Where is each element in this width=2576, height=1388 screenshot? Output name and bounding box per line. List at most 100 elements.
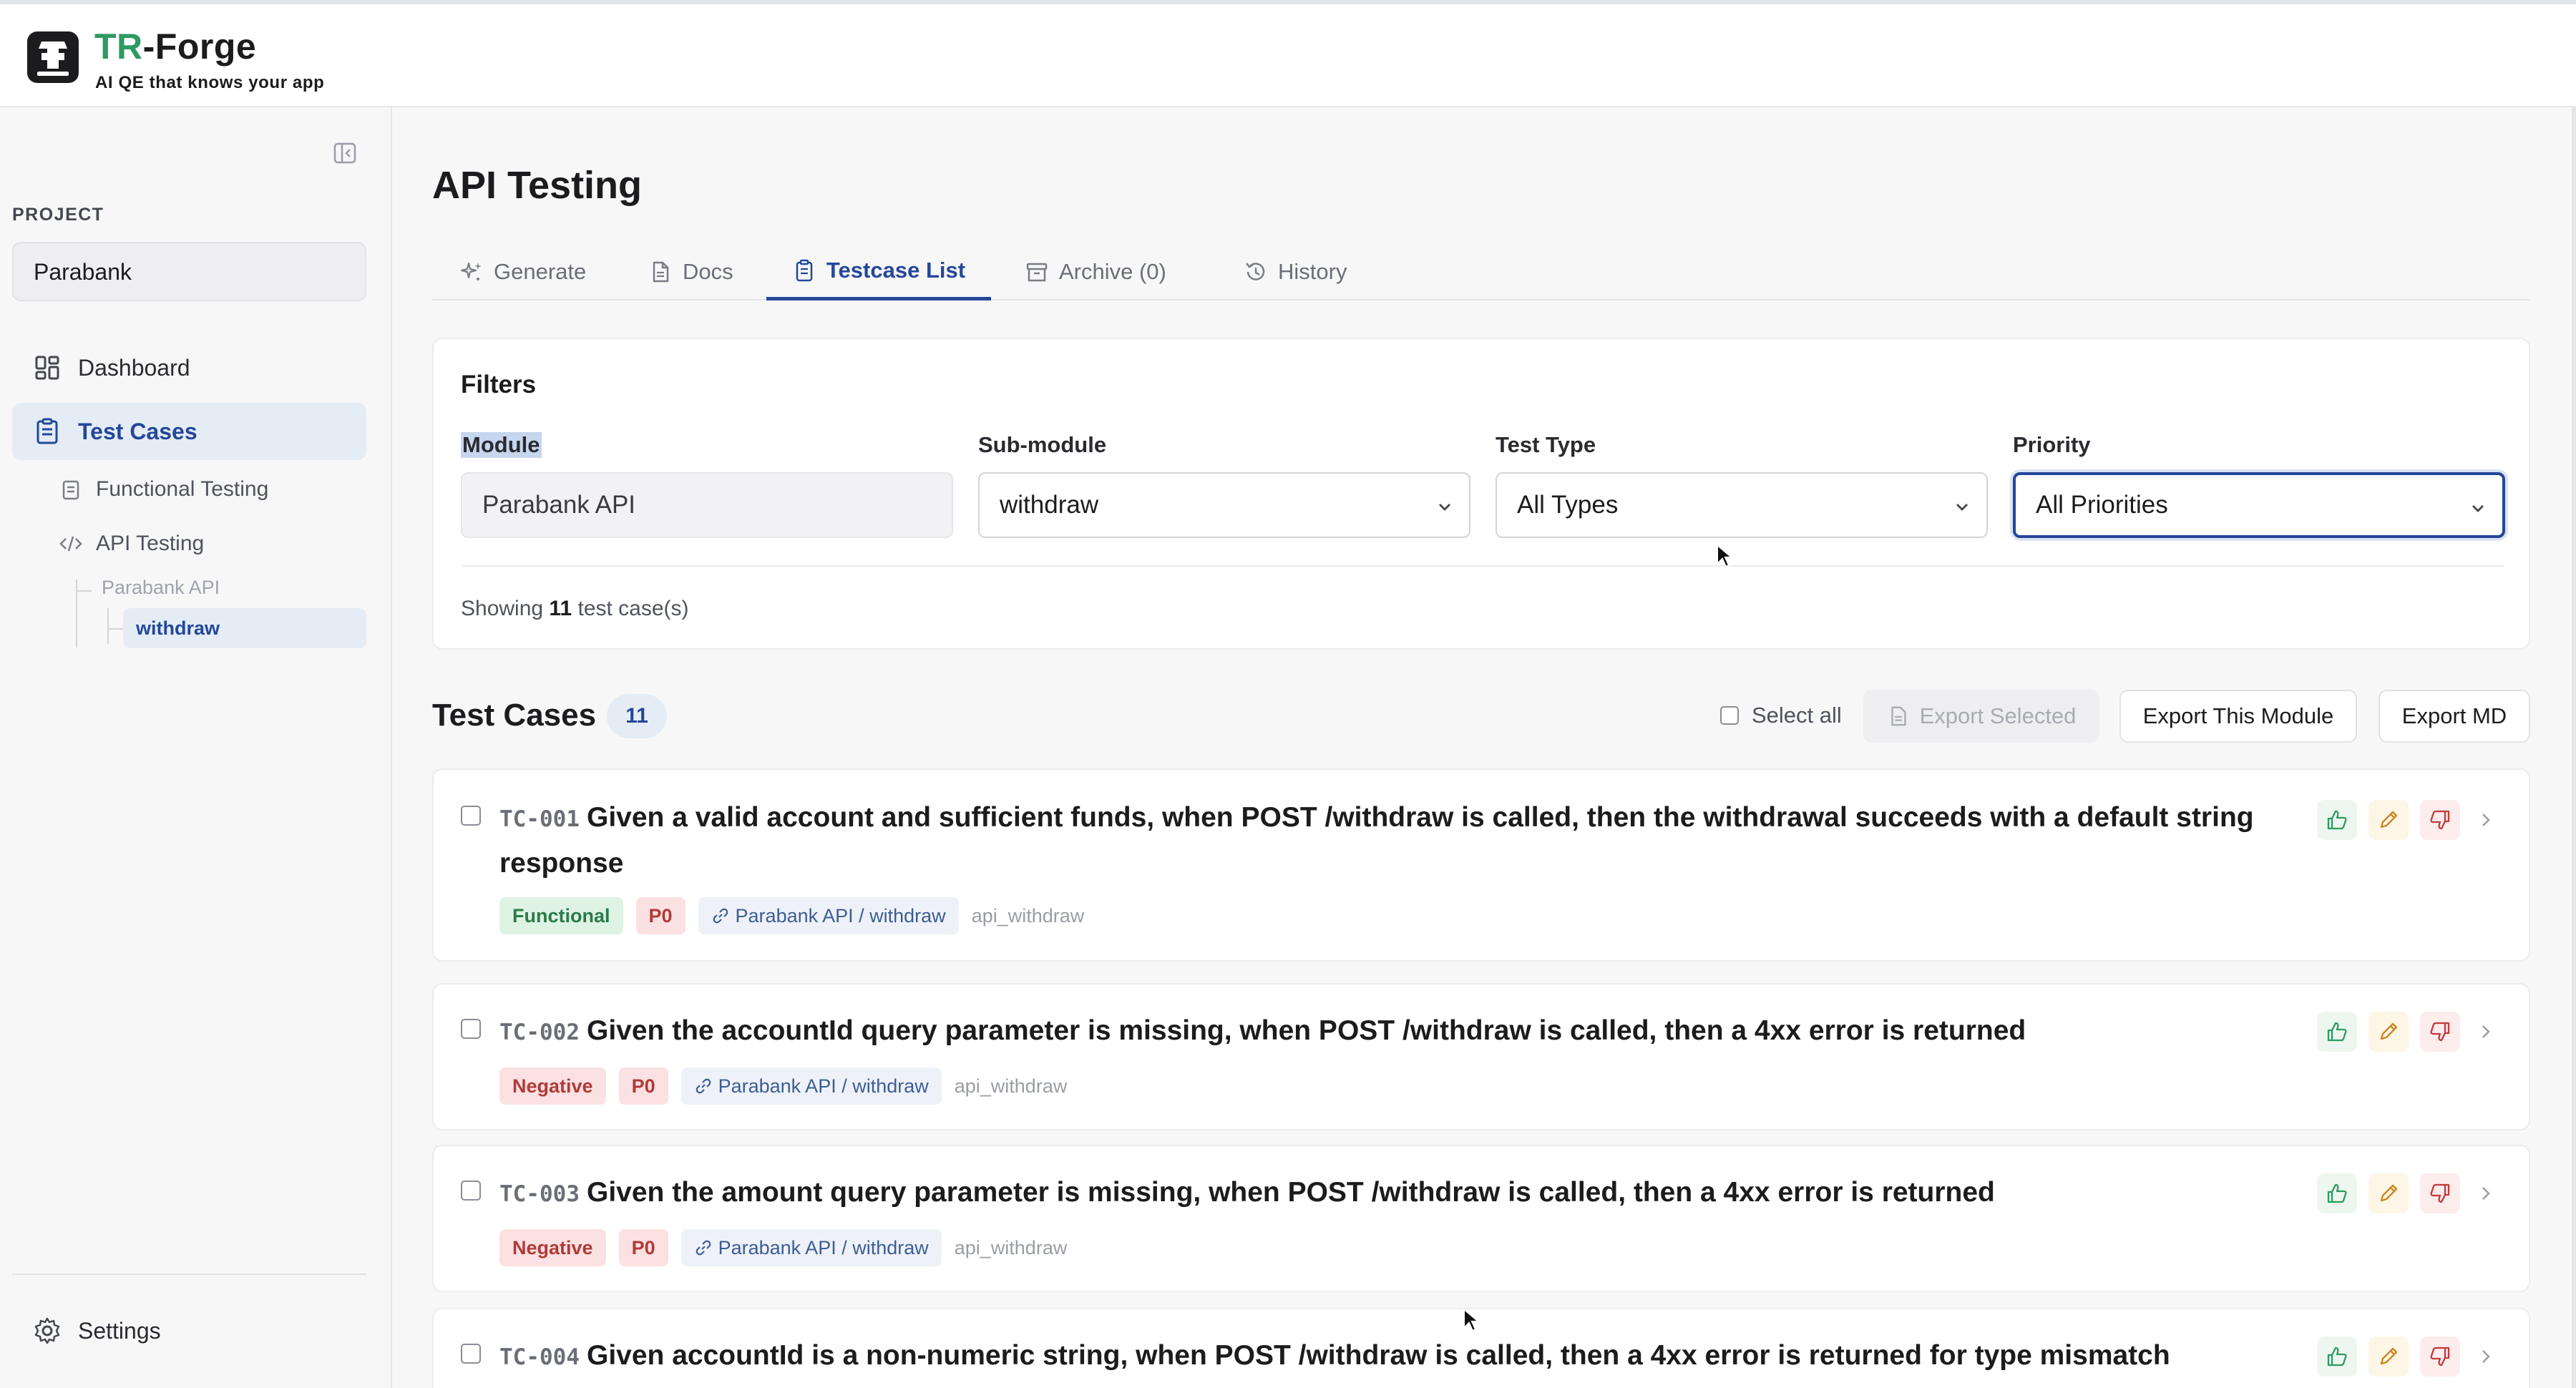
test-case-title: TC-002 Given the accountId query paramete… bbox=[499, 1015, 2026, 1046]
pencil-icon[interactable] bbox=[2368, 1012, 2409, 1052]
module-path-badge: Parabank API / withdraw bbox=[680, 1229, 942, 1266]
tree-line bbox=[107, 608, 109, 644]
module-field[interactable]: Parabank API bbox=[461, 472, 953, 538]
test-case-checkbox[interactable] bbox=[461, 1019, 481, 1039]
module-path-badge: Parabank API / withdraw bbox=[680, 1067, 942, 1105]
thumbs-down-icon[interactable] bbox=[2420, 1012, 2460, 1052]
thumbs-up-icon[interactable] bbox=[2317, 1336, 2357, 1377]
sidebar-item-api-testing[interactable]: API Testing bbox=[59, 524, 204, 564]
test-case-actions bbox=[2306, 1336, 2500, 1377]
priority-value: All Priorities bbox=[2036, 491, 2168, 519]
tree-item-parabank-api[interactable]: Parabank API bbox=[102, 577, 220, 599]
collapse-sidebar-icon[interactable] bbox=[332, 140, 358, 166]
test-case-card[interactable]: TC-003 Given the amount query parameter i… bbox=[432, 1145, 2530, 1292]
testtype-select[interactable]: All Types bbox=[1496, 472, 1988, 538]
thumbs-down-icon[interactable] bbox=[2420, 800, 2460, 840]
testtype-value: All Types bbox=[1517, 491, 1619, 519]
code-icon bbox=[59, 532, 83, 556]
tab-archive[interactable]: Archive (0) bbox=[1010, 243, 1181, 300]
submodule-value: withdraw bbox=[1000, 491, 1099, 519]
archive-icon bbox=[1025, 260, 1049, 284]
tab-generate[interactable]: Generate bbox=[445, 243, 600, 300]
test-cases-title: Test Cases bbox=[432, 698, 597, 733]
thumbs-up-icon[interactable] bbox=[2317, 800, 2357, 840]
sidebar-item-dashboard[interactable]: Dashboard bbox=[12, 339, 366, 396]
project-selector[interactable]: Parabank bbox=[12, 242, 366, 301]
sidebar-item-settings[interactable]: Settings bbox=[12, 1309, 161, 1352]
test-case-card[interactable]: TC-004 Given accountId is a non-numeric s… bbox=[432, 1308, 2530, 1388]
sidebar-item-functional-testing[interactable]: Functional Testing bbox=[59, 469, 268, 509]
tab-testcase-list[interactable]: Testcase List bbox=[766, 243, 991, 300]
type-badge: Negative bbox=[499, 1067, 606, 1105]
app-title: TR-Forge bbox=[94, 26, 257, 67]
page-title: API Testing bbox=[432, 164, 643, 207]
checkbox[interactable] bbox=[1720, 706, 1739, 725]
submodule-select[interactable]: withdraw bbox=[978, 472, 1470, 538]
history-icon bbox=[1244, 260, 1268, 284]
filters-divider bbox=[461, 565, 2504, 567]
test-case-checkbox[interactable] bbox=[461, 1344, 481, 1364]
test-case-card[interactable]: TC-001 Given a valid account and sufficie… bbox=[432, 768, 2530, 962]
export-selected-button[interactable]: Export Selected bbox=[1863, 690, 2099, 743]
thumbs-up-icon[interactable] bbox=[2317, 1012, 2357, 1052]
chevron-right-icon[interactable] bbox=[2472, 1012, 2500, 1052]
link-icon bbox=[694, 1077, 713, 1095]
sub-item-label: API Testing bbox=[96, 532, 205, 555]
mouse-cursor-icon bbox=[1463, 1308, 1481, 1334]
sidebar-item-label: Test Cases bbox=[78, 418, 197, 444]
test-case-card[interactable]: TC-002 Given the accountId query paramete… bbox=[432, 983, 2530, 1130]
priority-badge: P0 bbox=[618, 1067, 668, 1105]
priority-label: Priority bbox=[2013, 432, 2091, 457]
test-case-checkbox[interactable] bbox=[461, 806, 481, 826]
main-scrollbar[interactable] bbox=[2572, 107, 2576, 1388]
test-case-checkbox[interactable] bbox=[461, 1181, 481, 1201]
type-badge: Negative bbox=[499, 1229, 606, 1266]
pencil-icon[interactable] bbox=[2368, 800, 2409, 840]
pencil-icon[interactable] bbox=[2368, 1173, 2409, 1213]
export-md-button[interactable]: Export MD bbox=[2379, 690, 2530, 743]
pencil-icon[interactable] bbox=[2368, 1336, 2409, 1377]
link-icon bbox=[711, 906, 730, 925]
chevron-right-icon[interactable] bbox=[2472, 800, 2500, 840]
sparkles-icon bbox=[459, 260, 484, 284]
sub-item-label: Functional Testing bbox=[96, 477, 269, 501]
tree-line bbox=[107, 628, 123, 630]
mouse-cursor-icon bbox=[1716, 544, 1735, 570]
sidebar-item-test-cases[interactable]: Test Cases bbox=[12, 403, 366, 460]
thumbs-down-icon[interactable] bbox=[2420, 1336, 2460, 1377]
test-case-tags: Negative P0 Parabank API / withdraw api_… bbox=[499, 1229, 1067, 1266]
test-case-title: TC-001 Given a valid account and sufficie… bbox=[499, 802, 2254, 879]
gear-icon bbox=[32, 1316, 62, 1346]
test-cases-count-badge: 11 bbox=[607, 694, 667, 738]
test-case-tags: Negative P0 Parabank API / withdraw api_… bbox=[499, 1067, 1067, 1105]
tab-history[interactable]: History bbox=[1229, 243, 1361, 300]
clipboard-icon bbox=[32, 416, 62, 446]
sidebar: PROJECT Parabank Dashboard Test Cases Fu… bbox=[0, 107, 392, 1388]
thumbs-up-icon[interactable] bbox=[2317, 1173, 2357, 1213]
priority-badge: P0 bbox=[618, 1229, 668, 1266]
button-label: Export Selected bbox=[1919, 703, 2077, 728]
select-all-checkbox[interactable]: Select all bbox=[1720, 703, 1842, 728]
tab-docs[interactable]: Docs bbox=[634, 243, 748, 300]
select-all-label: Select all bbox=[1752, 703, 1842, 728]
document-icon bbox=[648, 260, 673, 284]
dashboard-icon bbox=[32, 353, 62, 383]
clipboard-icon bbox=[792, 258, 816, 283]
tab-label: History bbox=[1278, 259, 1347, 284]
app-tagline: AI QE that knows your app bbox=[95, 73, 325, 92]
export-module-button[interactable]: Export This Module bbox=[2119, 690, 2357, 743]
chevron-down-icon bbox=[1952, 497, 1972, 517]
chevron-right-icon[interactable] bbox=[2472, 1336, 2500, 1377]
sidebar-divider bbox=[12, 1274, 366, 1275]
tab-label: Archive (0) bbox=[1059, 259, 1166, 284]
priority-select[interactable]: All Priorities bbox=[2013, 472, 2505, 538]
tree-item-withdraw[interactable]: withdraw bbox=[123, 608, 366, 648]
showing-count-text: Showing 11 test case(s) bbox=[461, 597, 689, 620]
clipboard-icon bbox=[59, 477, 83, 502]
test-case-title: TC-003 Given the amount query parameter i… bbox=[499, 1177, 1995, 1208]
chevron-right-icon[interactable] bbox=[2472, 1173, 2500, 1213]
test-case-title: TC-004 Given accountId is a non-numeric s… bbox=[499, 1340, 2170, 1371]
tree-line bbox=[76, 590, 92, 592]
test-case-actions bbox=[2306, 1012, 2500, 1052]
thumbs-down-icon[interactable] bbox=[2420, 1173, 2460, 1213]
